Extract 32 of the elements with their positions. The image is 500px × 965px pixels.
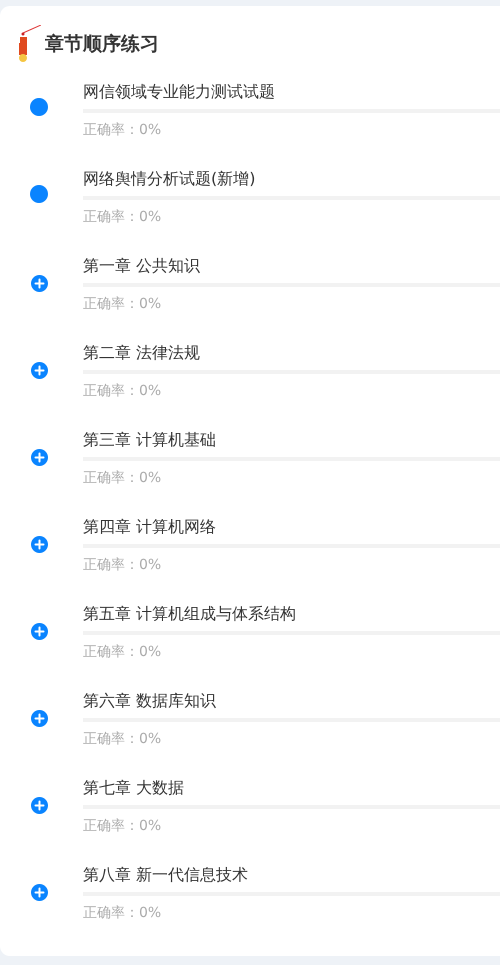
firecracker-icon bbox=[17, 25, 41, 63]
accuracy-text: 正确率：0% bbox=[83, 121, 162, 139]
chapter-title[interactable]: 第七章 大数据 bbox=[83, 778, 500, 798]
chapter-title[interactable]: 第四章 计算机网络 bbox=[83, 517, 500, 537]
plus-icon[interactable] bbox=[30, 362, 48, 379]
accuracy-text: 正确率：0% bbox=[83, 730, 162, 748]
accuracy-text: 正确率：0% bbox=[83, 817, 162, 835]
chapter-title[interactable]: 第八章 新一代信息技术 bbox=[83, 865, 500, 885]
chapter-title[interactable]: 第六章 数据库知识 bbox=[83, 691, 500, 711]
chapter-title[interactable]: 第二章 法律法规 bbox=[83, 343, 500, 363]
chapter-title[interactable]: 网络舆情分析试题(新增) bbox=[83, 169, 500, 189]
chapter-title[interactable]: 第一章 公共知识 bbox=[83, 256, 500, 276]
plus-icon[interactable] bbox=[30, 797, 48, 814]
accuracy-text: 正确率：0% bbox=[83, 643, 162, 661]
plus-icon[interactable] bbox=[30, 536, 48, 553]
accuracy-text: 正确率：0% bbox=[83, 556, 162, 574]
chapter-title[interactable]: 网信领域专业能力测试试题 bbox=[83, 82, 500, 102]
accuracy-text: 正确率：0% bbox=[83, 295, 162, 313]
accuracy-text: 正确率：0% bbox=[83, 469, 162, 487]
plus-icon[interactable] bbox=[30, 884, 48, 901]
plus-icon[interactable] bbox=[30, 449, 48, 466]
chapter-title[interactable]: 第三章 计算机基础 bbox=[83, 430, 500, 450]
accuracy-text: 正确率：0% bbox=[83, 904, 162, 922]
plus-icon[interactable] bbox=[30, 623, 48, 640]
chapter-title[interactable]: 第五章 计算机组成与体系结构 bbox=[83, 604, 500, 624]
dot-icon bbox=[30, 98, 48, 116]
accuracy-text: 正确率：0% bbox=[83, 208, 162, 226]
dot-icon bbox=[30, 185, 48, 203]
plus-icon[interactable] bbox=[30, 275, 48, 292]
section-title: 章节顺序练习 bbox=[45, 32, 159, 57]
plus-icon[interactable] bbox=[30, 710, 48, 727]
accuracy-text: 正确率：0% bbox=[83, 382, 162, 400]
